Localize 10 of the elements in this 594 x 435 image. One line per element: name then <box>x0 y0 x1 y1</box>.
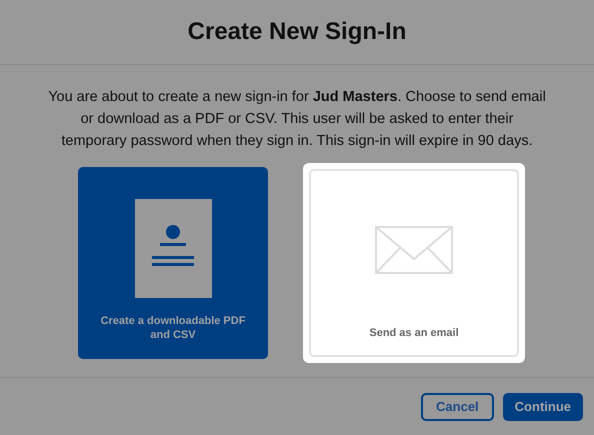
download-option-card[interactable]: Create a downloadable PDF and CSV <box>78 167 268 359</box>
continue-button[interactable]: Continue <box>502 392 583 420</box>
dialog-title: Create New Sign-In <box>188 17 406 47</box>
envelope-icon <box>375 226 453 274</box>
dialog-message: You are about to create a new sign-in for Jud Masters. Choose to send email or download as a PDF or CSV. This user will be asked to enter their temporary password when they sign in. This sign-in will expire in 90 days. <box>47 88 547 151</box>
cancel-button[interactable]: Cancel <box>421 392 494 420</box>
document-icon <box>134 199 212 298</box>
email-option-card[interactable]: Send as an email <box>303 163 525 363</box>
option-label: Send as an email <box>368 326 460 340</box>
option-label: Create a downloadable PDF and CSV <box>100 314 246 342</box>
